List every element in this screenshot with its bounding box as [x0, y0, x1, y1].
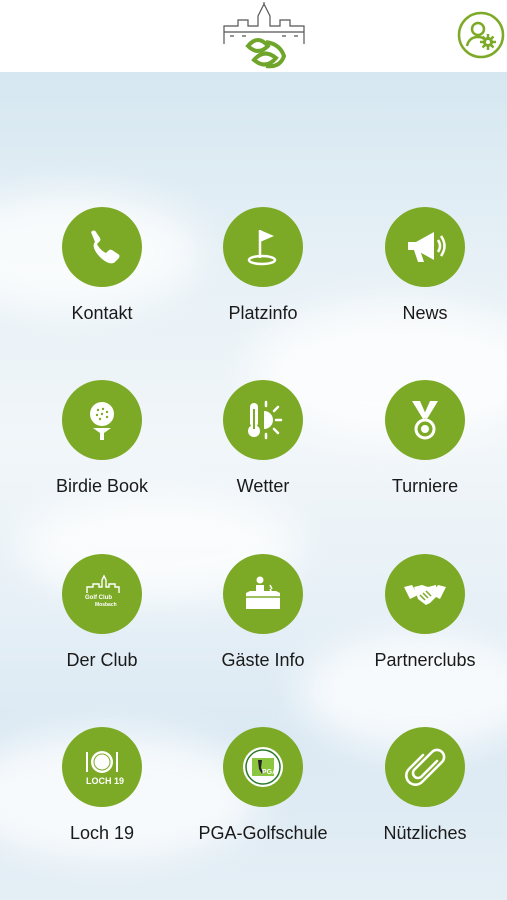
handshake-icon — [385, 554, 465, 634]
menu-item-kontakt[interactable]: Kontakt — [22, 207, 182, 347]
menu-item-birdie-book[interactable]: Birdie Book — [22, 380, 182, 520]
menu-item-label: Partnerclubs — [374, 650, 476, 670]
thermometer-sun-icon — [223, 380, 303, 460]
menu-item-der-club[interactable]: Golf Club Mosbach Der Club — [22, 554, 182, 694]
menu-item-label: Platzinfo — [228, 303, 298, 323]
paperclip-icon — [385, 727, 465, 807]
user-settings-icon — [457, 11, 505, 59]
menu-item-wetter[interactable]: Wetter — [183, 380, 343, 520]
menu-item-partnerclubs[interactable]: Partnerclubs — [345, 554, 505, 694]
menu-item-label: PGA-Golfschule — [198, 823, 328, 843]
user-settings-button[interactable] — [456, 10, 506, 60]
pga-logo-icon: PGA — [223, 727, 303, 807]
menu-item-news[interactable]: News — [345, 207, 505, 347]
menu-item-platzinfo[interactable]: Platzinfo — [183, 207, 343, 347]
menu-item-gaeste-info[interactable]: Gäste Info — [183, 554, 343, 694]
svg-text:Golf Club: Golf Club — [85, 595, 112, 601]
menu-item-nuetzliches[interactable]: Nützliches — [345, 727, 505, 867]
medal-icon — [385, 380, 465, 460]
menu-item-label: Loch 19 — [69, 823, 135, 843]
svg-text:LOCH 19: LOCH 19 — [86, 776, 124, 786]
golf-club-logo — [218, 0, 310, 72]
menu-item-label: Wetter — [236, 476, 290, 496]
svg-text:Mosbach: Mosbach — [95, 602, 117, 608]
golf-ball-tee-icon — [62, 380, 142, 460]
phone-icon — [62, 207, 142, 287]
restaurant-plate-icon: LOCH 19 — [62, 727, 142, 807]
menu-item-label: Der Club — [66, 650, 138, 670]
menu-background: Kontakt Platzinfo News Birdie Book Wette… — [0, 72, 507, 900]
menu-item-label: Kontakt — [71, 303, 133, 323]
menu-item-label: News — [402, 303, 448, 323]
menu-item-label: Nützliches — [383, 823, 467, 843]
menu-item-pga-golfschule[interactable]: PGA PGA-Golfschule — [183, 727, 343, 867]
menu-item-label: Gäste Info — [221, 650, 305, 670]
menu-grid: Kontakt Platzinfo News Birdie Book Wette… — [0, 72, 507, 900]
app-header — [0, 0, 507, 73]
menu-item-label: Birdie Book — [55, 476, 149, 496]
megaphone-icon — [385, 207, 465, 287]
golf-flag-icon — [223, 207, 303, 287]
menu-item-label: Turniere — [391, 476, 459, 496]
menu-item-turniere[interactable]: Turniere — [345, 380, 505, 520]
club-logo-icon: Golf Club Mosbach — [62, 554, 142, 634]
svg-text:PGA: PGA — [262, 769, 277, 776]
reception-desk-icon — [223, 554, 303, 634]
menu-item-loch-19[interactable]: LOCH 19 Loch 19 — [22, 727, 182, 867]
